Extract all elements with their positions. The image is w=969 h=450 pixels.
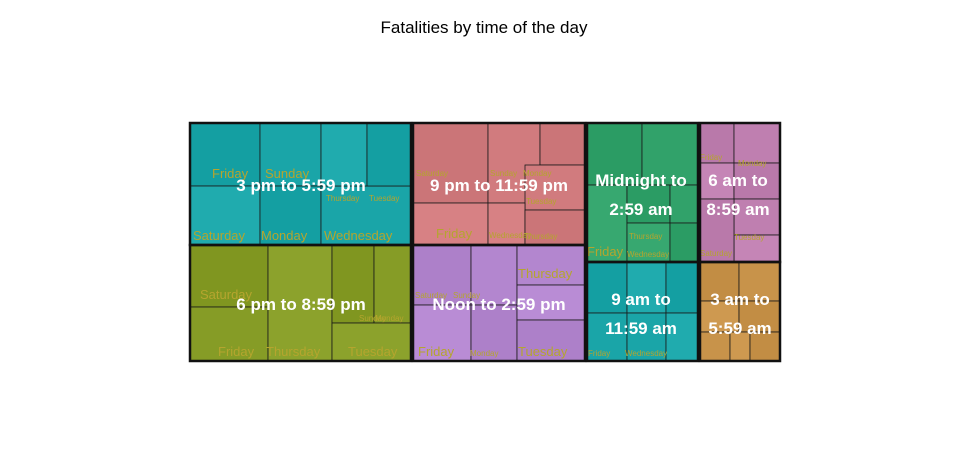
day-label: Friday xyxy=(587,244,624,259)
day-label: Tuesday xyxy=(369,194,399,203)
day-label: Friday xyxy=(700,153,722,162)
day-label: Tuesday xyxy=(526,197,556,206)
tile-6-3 xyxy=(665,261,699,314)
day-label: Friday xyxy=(436,226,473,241)
group-label: Midnight to xyxy=(595,171,687,190)
tile-1-3 xyxy=(539,122,586,166)
group-label: 6 pm to 8:59 pm xyxy=(236,295,365,314)
day-label: Monday xyxy=(375,314,403,323)
group-label: 3 am to xyxy=(710,290,770,309)
group-label: 9 pm to 11:59 pm xyxy=(430,176,568,195)
tile-2-6 xyxy=(669,222,699,263)
day-label: Wednesday xyxy=(627,250,669,259)
day-label: Thursday xyxy=(629,232,662,241)
treemap-chart: Fatalities by time of the day Friday Sund… xyxy=(188,18,782,363)
day-label: Wednesday xyxy=(324,228,393,243)
tile-4-4 xyxy=(373,244,412,324)
day-label: Monday xyxy=(470,349,498,358)
day-label: Thursday xyxy=(266,344,321,359)
group-label: 3 pm to 5:59 pm xyxy=(236,176,365,195)
day-label: Monday xyxy=(261,228,308,243)
day-label: Saturday xyxy=(193,228,246,243)
day-label: Thursday xyxy=(524,232,557,241)
day-label: Monday xyxy=(738,159,766,168)
day-label: Wednesday xyxy=(625,349,667,358)
day-label: Friday xyxy=(588,349,610,358)
day-label: Tuesday xyxy=(734,233,764,242)
tile-2-4 xyxy=(669,184,699,224)
group-label: 11:59 am xyxy=(605,319,677,338)
day-label: Thursday xyxy=(518,266,573,281)
group-label: 8:59 am xyxy=(706,200,769,219)
day-label: Friday xyxy=(418,344,455,359)
day-label: Thursday xyxy=(326,194,359,203)
group-label: 9 am to xyxy=(611,290,671,309)
group-label: 2:59 am xyxy=(609,200,672,219)
day-label: Tuesday xyxy=(518,344,568,359)
group-label: Noon to 2:59 pm xyxy=(432,295,565,314)
tile-0-6 xyxy=(366,122,412,187)
group-label: 6 am to xyxy=(708,171,768,190)
day-label: Friday xyxy=(218,344,255,359)
chart-title: Fatalities by time of the day xyxy=(381,18,588,37)
day-label: Saturday xyxy=(700,249,732,258)
group-label: 5:59 am xyxy=(708,319,771,338)
tile-3-1 xyxy=(733,122,781,164)
day-label: Tuesday xyxy=(348,344,398,359)
